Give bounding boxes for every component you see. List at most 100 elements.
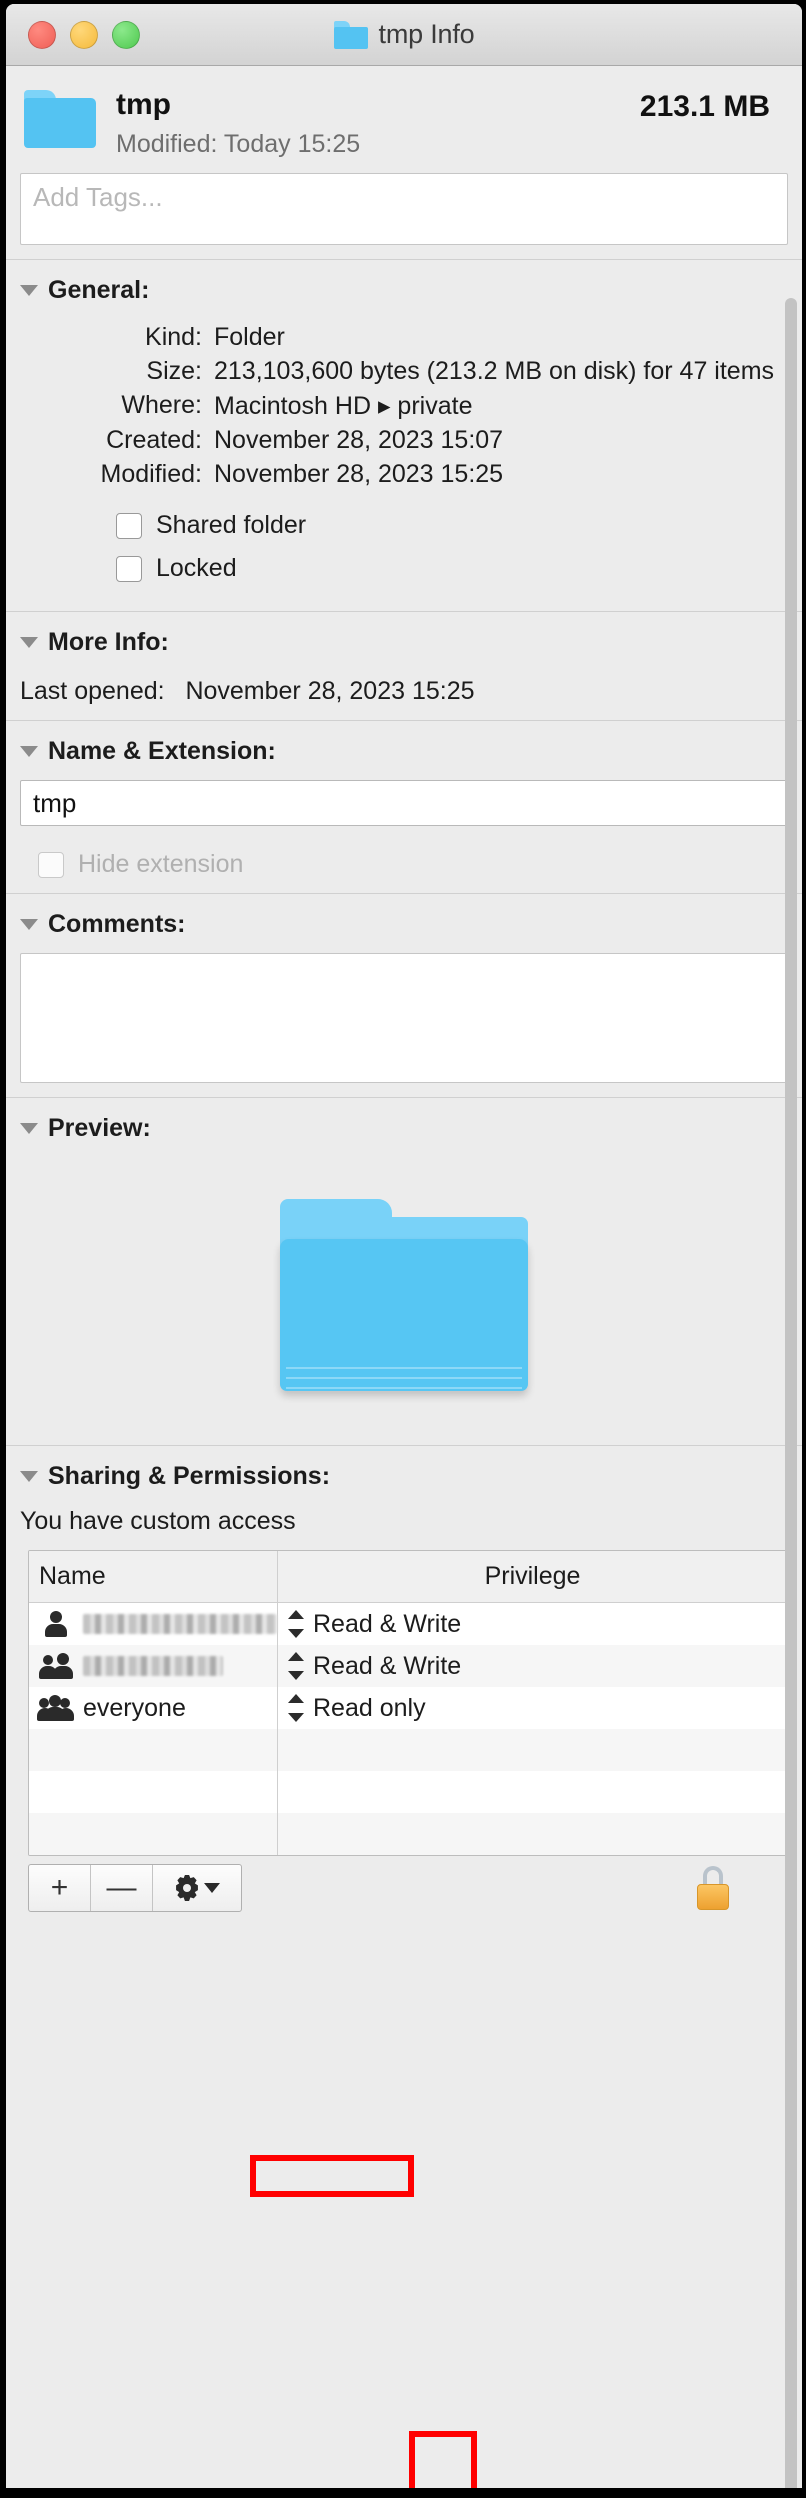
- minimize-button[interactable]: [70, 20, 98, 49]
- label-last-opened: Last opened:: [20, 677, 165, 705]
- redacted-username: [83, 1614, 277, 1634]
- info-header-meta: tmp Modified: Today 15:25: [116, 88, 640, 159]
- label-where: Where:: [121, 391, 202, 419]
- gear-icon: [174, 1875, 200, 1901]
- value-last-opened: November 28, 2023 15:25: [185, 677, 475, 705]
- permission-name-cell: [29, 1603, 277, 1645]
- table-row-empty: [29, 1813, 787, 1855]
- table-row[interactable]: everyone Read only: [29, 1687, 787, 1729]
- section-title-comments: Comments:: [48, 910, 186, 938]
- checkbox-hide-extension: [38, 851, 64, 878]
- stepper-icon[interactable]: [288, 1693, 304, 1723]
- checkbox-locked[interactable]: [116, 555, 142, 582]
- disclosure-triangle-icon[interactable]: [20, 919, 38, 930]
- section-header-preview[interactable]: Preview:: [6, 1098, 802, 1153]
- checkbox-shared-folder[interactable]: [116, 512, 142, 539]
- empty-privilege-cell: [277, 1813, 787, 1855]
- table-row[interactable]: Read & Write: [29, 1603, 787, 1645]
- item-name: tmp: [116, 88, 171, 121]
- section-title-more-info: More Info:: [48, 628, 169, 656]
- scrollbar-thumb[interactable]: [785, 298, 797, 2488]
- empty-privilege-cell: [277, 1771, 787, 1813]
- tags-section: Add Tags...: [6, 169, 802, 259]
- checkbox-label-hide-extension: Hide extension: [78, 850, 244, 878]
- zoom-button[interactable]: [112, 20, 140, 49]
- disclosure-triangle-icon[interactable]: [20, 1123, 38, 1134]
- disclosure-triangle-icon[interactable]: [20, 1471, 38, 1482]
- section-title-name-extension: Name & Extension:: [48, 737, 276, 765]
- comments-wrap: [6, 949, 802, 1097]
- permission-name-cell: [29, 1645, 277, 1687]
- empty-name-cell: [29, 1729, 277, 1771]
- permissions-toolbar: + —: [6, 1856, 802, 1920]
- general-checkboxes: Shared folder Locked: [6, 495, 802, 611]
- checkbox-row-locked[interactable]: Locked: [116, 554, 788, 583]
- privilege-value: Read only: [313, 1693, 426, 1722]
- window-title: tmp Info: [378, 19, 475, 49]
- stepper-icon[interactable]: [288, 1609, 304, 1639]
- empty-name-cell: [29, 1813, 277, 1855]
- checkbox-label-shared-folder: Shared folder: [156, 511, 307, 539]
- info-content: tmp Modified: Today 15:25 213.1 MB Add T…: [6, 66, 802, 2488]
- empty-privilege-cell: [277, 1729, 787, 1771]
- folder-icon: [276, 1199, 532, 1399]
- section-header-general[interactable]: General:: [6, 260, 802, 315]
- padlock-locked-icon: [695, 1866, 731, 1910]
- checkbox-row-shared-folder[interactable]: Shared folder: [116, 511, 788, 540]
- value-where: Macintosh HD ▸ private: [214, 392, 473, 420]
- checkbox-label-locked: Locked: [156, 554, 237, 582]
- table-row-empty: [29, 1729, 787, 1771]
- chevron-down-icon: [204, 1883, 220, 1893]
- close-button[interactable]: [28, 20, 56, 49]
- column-header-name-cell: Name: [29, 1551, 277, 1602]
- empty-name-cell: [29, 1771, 277, 1813]
- lock-button[interactable]: [684, 1862, 742, 1914]
- section-title-preview: Preview:: [48, 1114, 151, 1142]
- redacted-groupname: [83, 1656, 223, 1676]
- privilege-value: Read & Write: [313, 1609, 462, 1638]
- privilege-popup-1[interactable]: Read & Write: [277, 1603, 787, 1645]
- action-menu-button[interactable]: [153, 1865, 241, 1911]
- tags-input[interactable]: Add Tags...: [20, 173, 788, 245]
- remove-user-button[interactable]: —: [91, 1865, 153, 1911]
- tags-placeholder: Add Tags...: [33, 182, 163, 212]
- disclosure-triangle-icon[interactable]: [20, 637, 38, 648]
- name-field-wrap: tmp: [6, 776, 802, 840]
- access-note: You have custom access: [20, 1507, 296, 1535]
- name-input[interactable]: tmp: [20, 780, 788, 826]
- label-created: Created:: [106, 426, 202, 454]
- section-header-comments[interactable]: Comments:: [6, 894, 802, 949]
- table-row[interactable]: Read & Write: [29, 1645, 787, 1687]
- disclosure-triangle-icon[interactable]: [20, 285, 38, 296]
- permission-name: everyone: [83, 1693, 186, 1722]
- item-modified: Modified: Today 15:25: [116, 130, 361, 158]
- info-header: tmp Modified: Today 15:25 213.1 MB: [6, 66, 802, 169]
- vertical-scrollbar[interactable]: [780, 128, 802, 2488]
- table-row-empty: [29, 1771, 787, 1813]
- table-header-row: Name Privilege: [29, 1551, 787, 1603]
- hide-extension-row: Hide extension: [6, 840, 802, 893]
- general-details: Kind: Folder Size: 213,103,600 bytes (21…: [6, 315, 802, 495]
- column-header-name: Name: [39, 1562, 106, 1590]
- add-user-button[interactable]: +: [29, 1865, 91, 1911]
- disclosure-triangle-icon[interactable]: [20, 746, 38, 757]
- stepper-icon[interactable]: [288, 1651, 304, 1681]
- window-titlebar: tmp Info: [6, 4, 802, 66]
- section-header-more-info[interactable]: More Info:: [6, 612, 802, 667]
- label-kind: Kind:: [145, 323, 202, 351]
- column-header-privilege: Privilege: [484, 1562, 581, 1590]
- comments-textarea[interactable]: [20, 953, 788, 1083]
- section-title-sharing: Sharing & Permissions:: [48, 1462, 331, 1490]
- permission-name-cell: everyone: [29, 1687, 277, 1729]
- everyone-privilege-popup[interactable]: Read only: [277, 1687, 787, 1729]
- privilege-popup-2[interactable]: Read & Write: [277, 1645, 787, 1687]
- label-size: Size:: [146, 357, 202, 385]
- column-header-privilege-cell: Privilege: [277, 1551, 787, 1602]
- two-people-icon: [39, 1653, 73, 1679]
- three-people-icon: [37, 1695, 74, 1721]
- section-header-name-extension[interactable]: Name & Extension:: [6, 721, 802, 776]
- section-header-sharing[interactable]: Sharing & Permissions:: [6, 1446, 802, 1501]
- item-size: 213.1 MB: [639, 90, 770, 123]
- section-title-general: General:: [48, 276, 150, 304]
- value-modified: November 28, 2023 15:25: [214, 460, 504, 488]
